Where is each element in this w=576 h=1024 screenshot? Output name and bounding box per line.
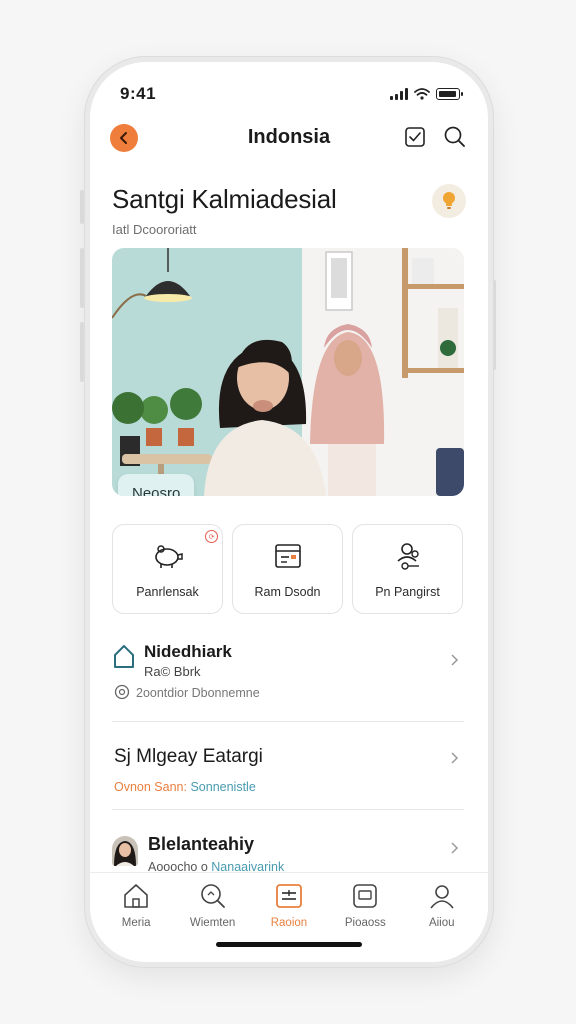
page-title: Santgi Kalmiadesial [112, 184, 337, 214]
hero-image[interactable]: Neosro [112, 248, 464, 496]
list-item-title: Sj Mlgeay Eatargi [114, 746, 263, 767]
list-item-title: Blelanteahiy [148, 834, 255, 854]
wifi-icon [414, 88, 430, 100]
home-icon [124, 884, 148, 908]
chevron-right-icon [451, 842, 459, 854]
signal-icon [390, 88, 408, 100]
home-indicator [216, 942, 362, 947]
tab-label: Wiemten [189, 917, 236, 929]
photo-icon [353, 884, 378, 908]
list-item-subtitle: Ra© Bbrk [144, 664, 201, 679]
tab-home[interactable]: Meria [101, 881, 171, 929]
phone-screen: 9:41 Indonsia Santgi Kalmiadesial Iatl D… [90, 62, 488, 962]
chevron-right-icon [451, 654, 459, 666]
content-list: Nidedhiark Ra© Bbrk 2oontdior Dbonnemne … [112, 630, 464, 890]
list-item-meta: Ovnon Sann: Sonnenistle [114, 780, 256, 794]
tab-profile[interactable]: Aiiou [407, 881, 477, 929]
tip-button[interactable] [432, 184, 466, 218]
checkbox-icon [405, 127, 425, 147]
profile-icon [430, 885, 454, 909]
search-icon [444, 126, 465, 147]
list-item[interactable]: Nidedhiark Ra© Bbrk 2oontdior Dbonnemne [112, 630, 464, 722]
checkbox-button[interactable] [402, 124, 428, 150]
hero-badge[interactable]: Neosro [118, 474, 195, 496]
quick-action-person[interactable]: Pn Pangirst [352, 524, 463, 614]
quick-action-calendar[interactable]: Ram Dsodn [232, 524, 343, 614]
piggy-icon [154, 545, 183, 568]
tab-label: Meria [121, 917, 151, 929]
status-bar: 9:41 [120, 84, 463, 108]
chevron-right-icon [451, 752, 459, 764]
quick-action-label: Pn Pangirst [375, 585, 440, 599]
cards-icon [276, 884, 302, 908]
lightbulb-icon [443, 192, 455, 209]
list-item-title: Nidedhiark [144, 642, 232, 661]
calendar-icon [274, 544, 301, 568]
hero-photo [112, 248, 464, 496]
tab-label: Raoion [270, 917, 308, 929]
avatar [112, 836, 138, 866]
list-item[interactable]: Sj Mlgeay Eatargi Ovnon Sann: Sonnenistl… [112, 722, 464, 810]
page-subtitle: Iatl Dcoororiatt [112, 222, 197, 237]
tab-search[interactable]: Wiemten [178, 881, 248, 929]
status-time: 9:41 [120, 84, 157, 103]
quick-action-piggy[interactable]: ⟳ Panrlensak [112, 524, 223, 614]
list-item-meta-orange: Ovnon Sann: [114, 780, 187, 794]
nav-actions [402, 124, 468, 150]
tab-bar: Meria Wiemten Raoion Pioaoss Aiiou [90, 872, 488, 962]
tab-label: Aiiou [428, 917, 455, 929]
quick-action-label: Panrlensak [136, 585, 199, 599]
tab-photos[interactable]: Pioaoss [330, 881, 400, 929]
home-icon [114, 645, 134, 668]
list-item-meta: 2oontdior Dbonnemne [136, 686, 260, 700]
list-item-meta-blue: Sonnenistle [190, 780, 256, 794]
tab-cards[interactable]: Raoion [254, 881, 324, 929]
clock-icon [114, 684, 130, 700]
nav-bar: Indonsia [110, 122, 468, 158]
tab-label: Pioaoss [344, 917, 386, 929]
quick-action-label: Ram Dsodn [254, 585, 321, 599]
status-icons [390, 88, 463, 100]
battery-icon [436, 88, 463, 100]
phone-frame: 9:41 Indonsia Santgi Kalmiadesial Iatl D… [84, 56, 494, 968]
person-pin-icon [396, 543, 419, 570]
quick-actions: ⟳ Panrlensak Ram Dsodn Pn Pangirst [112, 524, 464, 614]
search-button[interactable] [442, 124, 468, 150]
search-icon [200, 884, 225, 908]
